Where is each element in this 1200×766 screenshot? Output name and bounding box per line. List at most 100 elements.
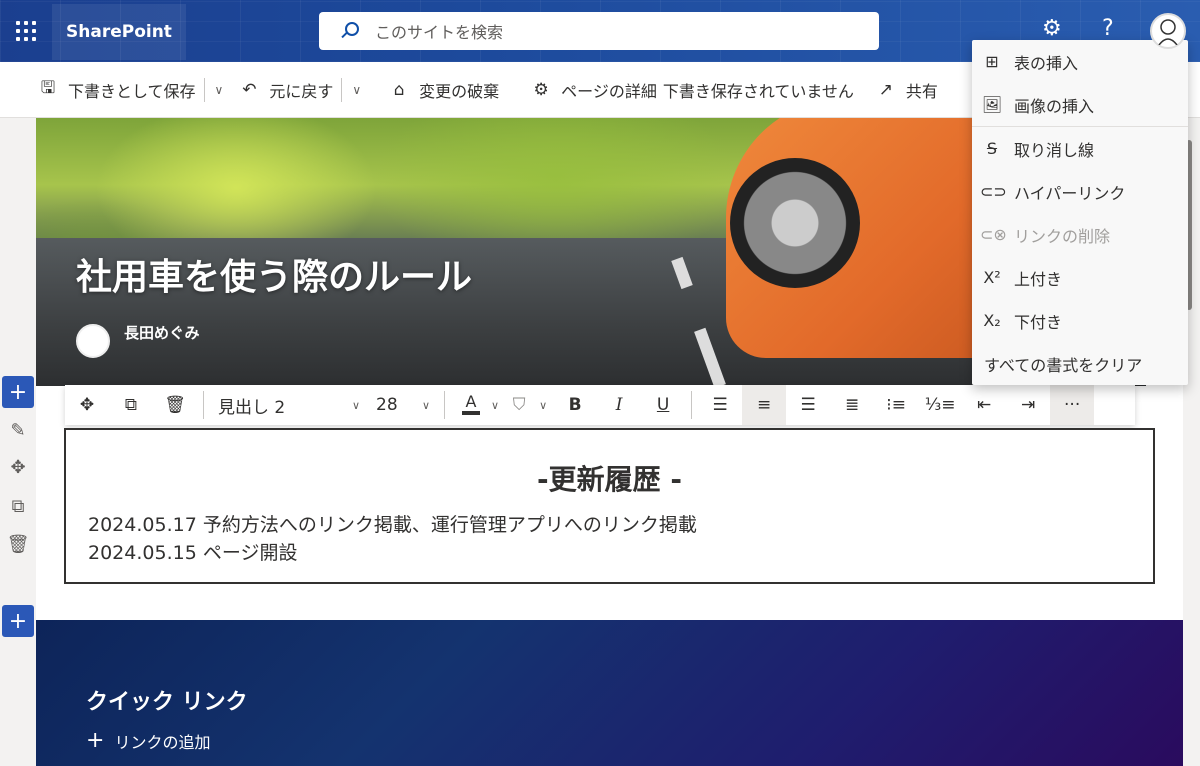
remove-link-icon: ⊂⊗ xyxy=(980,225,1007,244)
subscript-icon: X₂ xyxy=(983,311,1001,330)
author-name: 長田めぐみ xyxy=(124,324,200,342)
hyperlink-icon: ⊂⊃ xyxy=(980,182,1007,201)
table-insert-icon: ⊞ xyxy=(985,52,999,71)
bold-button[interactable]: B xyxy=(553,385,597,425)
menu-item-insert-image[interactable]: 🖼 画像の挿入 xyxy=(972,83,1188,126)
menu-item-label: 表の挿入 xyxy=(1014,53,1079,73)
align-right-icon[interactable]: ☰ xyxy=(786,385,830,425)
toolbar-divider xyxy=(691,391,693,419)
save-status-text: 下書き保存されていません xyxy=(662,81,854,101)
menu-item-subscript[interactable]: X₂ 下付き xyxy=(972,299,1188,342)
highlight-icon: ⛉ xyxy=(512,395,526,415)
page-details-button[interactable]: ⚙ ページの詳細 xyxy=(531,78,657,102)
undo-label: 元に戻す xyxy=(269,81,334,101)
menu-item-label: 取り消し線 xyxy=(1014,140,1095,160)
underline-button[interactable]: U xyxy=(641,385,685,425)
plus-icon: + xyxy=(86,728,105,753)
format-toolbar: ✥ ⧉ 🗑 見出し 2 ∨ 28 ∨ A ∨ ⛉ ∨ B I U ☰ ≡ ☰ ≣… xyxy=(65,385,1135,425)
chevron-down-icon: ∨ xyxy=(421,398,430,412)
menu-item-label: ハイパーリンク xyxy=(1014,183,1126,203)
share-button[interactable]: ↗ 共有 xyxy=(876,78,938,102)
quick-links-section: クイック リンク + リンクの追加 xyxy=(36,620,1183,766)
text-style-value: 見出し 2 xyxy=(218,397,286,418)
history-line[interactable]: 2024.05.17 予約方法へのリンク掲載、運行管理アプリへのリンク掲載 xyxy=(88,510,697,537)
undo-button[interactable]: ↶ 元に戻す xyxy=(239,78,333,102)
justify-icon[interactable]: ≣ xyxy=(830,385,874,425)
more-options-button[interactable]: ··· xyxy=(1050,385,1095,425)
align-center-icon[interactable]: ≡ xyxy=(742,385,787,425)
strikethrough-icon: S xyxy=(986,139,998,158)
move-webpart-icon[interactable]: ✥ xyxy=(65,385,109,425)
save-icon: 🖫 xyxy=(40,78,56,98)
help-icon[interactable]: ? xyxy=(1102,16,1114,41)
text-webpart[interactable]: -更新履歴 - 2024.05.17 予約方法へのリンク掲載、運行管理アプリへの… xyxy=(64,428,1155,584)
font-size-value: 28 xyxy=(376,395,398,415)
font-size-dropdown[interactable]: 28 ∨ xyxy=(368,395,438,415)
app-launcher-button[interactable] xyxy=(0,0,52,62)
update-history-heading[interactable]: -更新履歴 - xyxy=(66,458,1153,498)
font-color-icon: A xyxy=(465,392,477,411)
font-color-swatch xyxy=(462,411,480,415)
discard-icon: ⌂ xyxy=(393,79,405,100)
numbered-list-icon[interactable]: ⅓≡ xyxy=(918,385,962,425)
menu-item-label: 上付き xyxy=(1014,269,1063,289)
save-draft-label: 下書きとして保存 xyxy=(68,81,196,101)
search-icon xyxy=(339,21,359,41)
menu-item-label: 画像の挿入 xyxy=(1014,96,1095,116)
superscript-icon: X² xyxy=(983,268,1001,287)
toolbar-divider xyxy=(203,391,204,419)
chevron-down-icon: ∨ xyxy=(351,398,360,412)
waffle-icon xyxy=(16,21,36,41)
font-color-chevron-icon[interactable]: ∨ xyxy=(491,399,499,412)
add-link-button[interactable]: + リンクの追加 xyxy=(86,728,210,753)
undo-icon: ↶ xyxy=(242,79,257,100)
menu-item-strikethrough[interactable]: S 取り消し線 xyxy=(972,127,1188,170)
discard-changes-button[interactable]: ⌂ 変更の破棄 xyxy=(389,78,499,102)
save-options-chevron-icon[interactable]: ∨ xyxy=(203,77,234,102)
user-avatar[interactable] xyxy=(1150,13,1186,49)
save-draft-button[interactable]: 🖫 下書きとして保存 xyxy=(38,75,196,104)
menu-item-insert-table[interactable]: ⊞ 表の挿入 xyxy=(972,40,1188,83)
user-avatar-icon xyxy=(1158,19,1178,45)
menu-item-label: すべての書式をクリア xyxy=(984,355,1143,375)
align-left-icon[interactable]: ☰ xyxy=(698,385,742,425)
menu-item-label: 下付き xyxy=(1014,312,1063,332)
author-avatar xyxy=(76,324,110,358)
text-style-dropdown[interactable]: 見出し 2 ∨ xyxy=(210,393,368,418)
edit-section-icon[interactable]: ✎ xyxy=(6,418,30,442)
highlight-button[interactable]: ⛉ xyxy=(499,385,539,425)
add-section-button[interactable]: + xyxy=(2,376,34,408)
menu-item-label: リンクの削除 xyxy=(1014,226,1111,246)
delete-section-icon[interactable]: 🗑 xyxy=(6,532,30,556)
add-section-button-bottom[interactable]: + xyxy=(2,605,34,637)
decrease-indent-icon[interactable]: ⇤ xyxy=(962,385,1006,425)
italic-button[interactable]: I xyxy=(597,385,641,425)
share-label: 共有 xyxy=(905,81,938,101)
page-title[interactable]: 社用車を使う際のルール xyxy=(76,248,472,300)
discard-label: 変更の破棄 xyxy=(419,81,500,101)
increase-indent-icon[interactable]: ⇥ xyxy=(1006,385,1050,425)
gear-icon[interactable]: ⚙ xyxy=(1042,16,1062,41)
quick-links-title: クイック リンク xyxy=(86,690,248,715)
duplicate-webpart-icon[interactable]: ⧉ xyxy=(109,385,153,425)
menu-item-clear-formatting[interactable]: すべての書式をクリア xyxy=(972,342,1188,385)
gear-icon: ⚙ xyxy=(533,79,549,100)
search-placeholder: このサイトを検索 xyxy=(375,23,504,42)
menu-item-hyperlink[interactable]: ⊂⊃ ハイパーリンク xyxy=(972,170,1188,213)
highlight-chevron-icon[interactable]: ∨ xyxy=(539,399,547,412)
page-details-label: ページの詳細 xyxy=(561,81,657,101)
menu-item-remove-link: ⊂⊗ リンクの削除 xyxy=(972,213,1188,256)
delete-webpart-icon[interactable]: 🗑 xyxy=(153,385,197,425)
font-color-button[interactable]: A xyxy=(451,385,491,425)
duplicate-section-icon[interactable]: ⧉ xyxy=(6,494,30,518)
app-brand[interactable]: SharePoint xyxy=(52,4,186,60)
menu-item-superscript[interactable]: X² 上付き xyxy=(972,256,1188,299)
undo-options-chevron-icon[interactable]: ∨ xyxy=(341,77,371,102)
search-box[interactable]: このサイトを検索 xyxy=(319,12,879,50)
image-insert-icon: 🖼 xyxy=(981,95,1003,114)
bullet-list-icon[interactable]: ⁝≡ xyxy=(874,385,918,425)
hero-wheel xyxy=(730,158,860,288)
history-line[interactable]: 2024.05.15 ページ開設 xyxy=(88,538,297,565)
add-link-label: リンクの追加 xyxy=(114,732,211,752)
move-section-icon[interactable]: ✥ xyxy=(6,455,30,479)
